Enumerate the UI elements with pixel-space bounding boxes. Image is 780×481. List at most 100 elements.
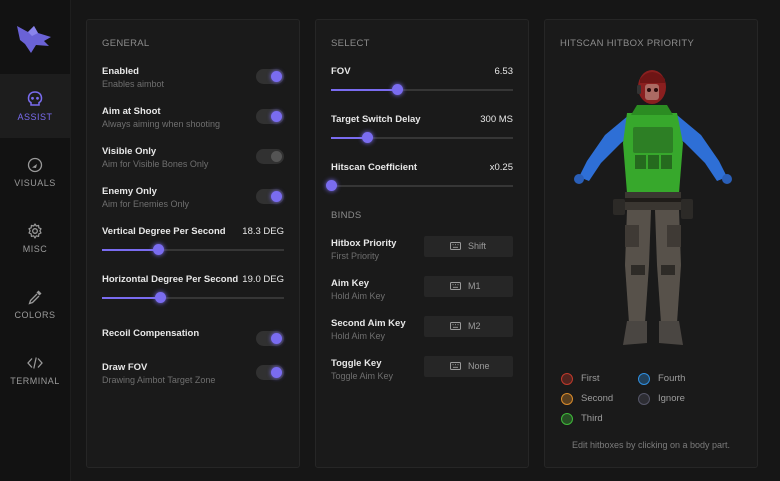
nav-colors-label: COLORS	[14, 310, 56, 320]
hitbox-title: HITSCAN HITBOX PRIORITY	[560, 38, 695, 49]
vertical-degree-slider[interactable]	[102, 244, 284, 255]
hitbox-right-arm[interactable]	[675, 115, 732, 184]
fov-slider[interactable]	[331, 84, 513, 95]
legend-label: Second	[581, 393, 614, 404]
general-title: GENERAL	[102, 38, 150, 49]
slider-thumb[interactable]	[326, 180, 337, 191]
nav-assist-label: ASSIST	[17, 112, 53, 122]
toggle-row-enemy-only: Enemy Only Aim for Enemies Only	[102, 186, 284, 216]
slider-thumb[interactable]	[153, 244, 165, 255]
nav-visuals-label: VISUALS	[14, 178, 56, 188]
bind-subtitle: Hold Aim Key	[331, 331, 386, 341]
nav-visuals[interactable]: VISUALS	[0, 140, 70, 204]
keyboard-icon	[450, 362, 461, 370]
horizontal-degree-header: Horizontal Degree Per Second 19.0 DEG	[102, 274, 284, 288]
second-aim-key-bind-button[interactable]: M2	[424, 316, 513, 337]
slider-label: Target Switch Delay	[331, 114, 421, 125]
nav-terminal[interactable]: TERMINAL	[0, 338, 70, 402]
bind-subtitle: Hold Aim Key	[331, 291, 386, 301]
slider-label: Hitscan Coefficient	[331, 162, 418, 173]
hitbox-left-arm[interactable]	[574, 115, 631, 184]
wolf-logo-icon	[17, 26, 51, 53]
enabled-toggle[interactable]	[256, 69, 284, 84]
sidebar: ASSIST VISUALS MISC COLORS TERMINAL	[0, 0, 71, 481]
hitbox-torso[interactable]	[623, 105, 683, 193]
toggle-title: Enabled	[102, 66, 139, 77]
target-switch-delay-slider[interactable]	[331, 132, 513, 143]
toggle-title: Recoil Compensation	[102, 328, 200, 339]
toggle-key-bind-button[interactable]: None	[424, 356, 513, 377]
toggle-subtitle: Aim for Enemies Only	[102, 199, 190, 209]
toggle-knob	[271, 333, 282, 344]
hitbox-panel: HITSCAN HITBOX PRIORITY First Fourth Sec…	[544, 19, 758, 468]
eyedropper-icon	[28, 290, 42, 305]
slider-label: Horizontal Degree Per Second	[102, 274, 239, 285]
hitscan-coefficient-slider[interactable]	[326, 180, 513, 191]
toggle-title: Enemy Only	[102, 186, 157, 197]
hitbox-feet[interactable]	[623, 321, 683, 345]
toggle-row-enabled: Enabled Enables aimbot	[102, 66, 284, 96]
hitscan-coefficient-header: Hitscan Coefficient x0.25	[331, 162, 513, 176]
toggle-title: Draw FOV	[102, 362, 148, 373]
nav-colors[interactable]: COLORS	[0, 272, 70, 336]
toggle-knob	[271, 71, 282, 82]
legend-fourth[interactable]: Fourth	[638, 372, 718, 386]
keyboard-icon	[450, 322, 461, 330]
soldier-hitbox-figure	[574, 70, 732, 345]
toggle-subtitle: Drawing Aimbot Target Zone	[102, 375, 216, 385]
legend-third[interactable]: Third	[561, 412, 641, 426]
slider-value: x0.25	[489, 162, 513, 173]
recoil-compensation-toggle[interactable]	[256, 331, 284, 346]
slider-thumb[interactable]	[362, 132, 374, 143]
nav-terminal-label: TERMINAL	[10, 376, 60, 386]
toggle-subtitle: Always aiming when shooting	[102, 119, 221, 129]
slider-thumb[interactable]	[155, 292, 167, 303]
legend-ignore[interactable]: Ignore	[638, 392, 718, 406]
legend-label: Third	[581, 413, 603, 424]
bind-key-label: M2	[468, 321, 481, 331]
legend-second[interactable]: Second	[561, 392, 641, 406]
slider-fill	[331, 89, 397, 91]
select-title: SELECT	[331, 38, 370, 49]
vertical-degree-header: Vertical Degree Per Second 18.3 DEG	[102, 226, 284, 240]
aim-key-bind-button[interactable]: M1	[424, 276, 513, 297]
toggle-row-draw-fov: Draw FOV Drawing Aimbot Target Zone	[102, 362, 284, 392]
draw-fov-toggle[interactable]	[256, 365, 284, 380]
keyboard-icon	[450, 242, 461, 250]
slider-value: 18.3 DEG	[242, 226, 284, 237]
legend-label: Fourth	[658, 373, 686, 384]
hitbox-priority-bind-button[interactable]: Shift	[424, 236, 513, 257]
legend-first[interactable]: First	[561, 372, 641, 386]
bind-key-label: None	[468, 361, 490, 371]
slider-fill	[102, 249, 159, 251]
bind-title: Second Aim Key	[331, 318, 406, 329]
nav-misc-label: MISC	[22, 244, 48, 254]
bind-title: Toggle Key	[331, 358, 382, 369]
nav-misc[interactable]: MISC	[0, 206, 70, 270]
fov-header: FOV 6.53	[331, 66, 513, 80]
slider-thumb[interactable]	[391, 84, 403, 95]
hitbox-pelvis[interactable]	[613, 192, 693, 219]
eye-circle-icon	[27, 157, 43, 173]
nav-assist[interactable]: ASSIST	[0, 74, 70, 138]
legend-dot	[561, 393, 573, 405]
legend-label: Ignore	[658, 393, 685, 404]
keyboard-icon	[450, 282, 461, 290]
general-panel: GENERAL Enabled Enables aimbot Aim at Sh…	[86, 19, 300, 468]
visible-only-toggle[interactable]	[256, 149, 284, 164]
aim-at-shoot-toggle[interactable]	[256, 109, 284, 124]
hitbox-head[interactable]	[637, 70, 666, 104]
select-panel: SELECT FOV 6.53 Target Switch Delay 300 …	[315, 19, 529, 468]
target-switch-delay-header: Target Switch Delay 300 MS	[331, 114, 513, 128]
slider-fill	[102, 297, 161, 299]
toggle-row-visible-only: Visible Only Aim for Visible Bones Only	[102, 146, 284, 176]
bind-key-label: Shift	[468, 241, 487, 251]
enemy-only-toggle[interactable]	[256, 189, 284, 204]
slider-value: 19.0 DEG	[242, 274, 284, 285]
toggle-title: Aim at Shoot	[102, 106, 161, 117]
legend-dot	[638, 373, 650, 385]
hitbox-legs[interactable]	[625, 210, 681, 323]
legend-dot	[638, 393, 650, 405]
toggle-subtitle: Aim for Visible Bones Only	[102, 159, 209, 169]
horizontal-degree-slider[interactable]	[102, 292, 284, 303]
